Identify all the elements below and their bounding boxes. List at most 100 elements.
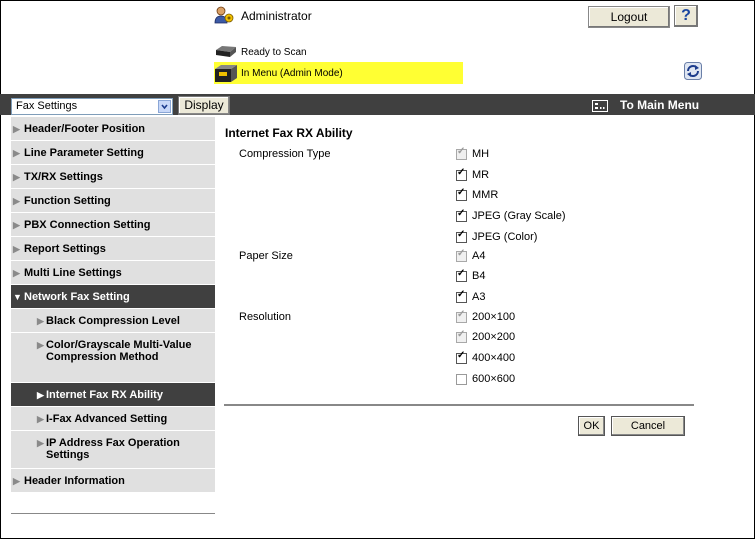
sidebar-subitem-i-fax-advanced-setting[interactable]: ▶ I-Fax Advanced Setting (11, 407, 215, 431)
checkbox-jpeg-gray[interactable]: ✓ JPEG (Gray Scale) (456, 208, 566, 224)
option-label: JPEG (Color) (472, 231, 538, 244)
sidebar-item-pbx-connection-setting[interactable]: ▶ PBX Connection Setting (11, 213, 215, 237)
checkbox-icon: ✓ (456, 187, 467, 201)
checkbox-b4[interactable]: ✓ B4 (456, 268, 486, 284)
sidebar-item-label: TX/RX Settings (24, 171, 103, 183)
paper-size-label: Paper Size (239, 250, 293, 262)
logout-button[interactable]: Logout (588, 6, 670, 28)
option-label: 400×400 (472, 352, 516, 365)
checkbox-icon: ✓ (456, 268, 467, 282)
sidebar-subitem-ip-address-fax-operation[interactable]: ▶ IP Address Fax Operation Settings (11, 431, 215, 469)
checkbox-mmr[interactable]: ✓ MMR (456, 187, 499, 203)
triangle-right-icon: ▶ (13, 244, 20, 254)
sidebar-item-line-parameter-setting[interactable]: ▶ Line Parameter Setting (11, 141, 215, 165)
option-label: MH (472, 148, 490, 161)
checkbox-mr[interactable]: ✓ MR (456, 167, 490, 183)
option-label: B4 (472, 270, 486, 283)
checkbox-icon: ✓ (456, 248, 467, 262)
triangle-down-icon: ▼ (13, 292, 22, 302)
sidebar-item-label: Network Fax Setting (24, 291, 130, 303)
option-label: 600×600 (472, 373, 516, 386)
sidebar-item-label: I-Fax Advanced Setting (46, 413, 168, 425)
sidebar-item-label: Function Setting (24, 195, 111, 207)
sidebar-item-report-settings[interactable]: ▶ Report Settings (11, 237, 215, 261)
checkbox-a4[interactable]: ✓ A4 (456, 248, 486, 264)
checkbox-icon (456, 373, 467, 385)
checkbox-200x200[interactable]: ✓ 200×200 (456, 329, 515, 345)
sidebar-item-label: Report Settings (24, 243, 106, 255)
sidebar-item-label: Line Parameter Setting (24, 147, 144, 159)
resolution-label: Resolution (239, 311, 291, 323)
chevron-down-icon[interactable] (158, 100, 171, 113)
ready-status: Ready to Scan (241, 47, 307, 58)
page-title: Internet Fax RX Ability (225, 126, 353, 140)
option-label: 200×100 (472, 311, 516, 324)
sidebar-divider (11, 513, 215, 514)
triangle-right-icon: ▶ (13, 476, 20, 486)
checkbox-icon: ✓ (456, 229, 467, 243)
administrator-icon (214, 6, 234, 24)
option-label: MMR (472, 189, 499, 202)
main-menu-icon[interactable] (592, 100, 608, 112)
sidebar-subitem-black-compression-level[interactable]: ▶ Black Compression Level (11, 309, 215, 333)
checkbox-400x400[interactable]: ✓ 400×400 (456, 350, 516, 366)
checkbox-icon: ✓ (456, 208, 467, 222)
triangle-right-icon: ▶ (13, 124, 20, 134)
compression-type-label: Compression Type (239, 148, 331, 160)
triangle-right-icon: ▶ (13, 148, 20, 158)
sidebar-item-tx-rx-settings[interactable]: ▶ TX/RX Settings (11, 165, 215, 189)
option-label: A4 (472, 250, 486, 263)
printer-menu-icon (215, 65, 237, 82)
triangle-right-icon: ▶ (37, 316, 44, 326)
checkbox-jpeg-color[interactable]: ✓ JPEG (Color) (456, 229, 538, 245)
category-select[interactable]: Fax Settings (11, 98, 173, 115)
sidebar-item-label: Header/Footer Position (24, 123, 146, 135)
sidebar-subitem-internet-fax-rx-ability[interactable]: ▶ Internet Fax RX Ability (11, 383, 215, 407)
triangle-right-icon: ▶ (37, 414, 44, 424)
sidebar-item-label: Internet Fax RX Ability (46, 389, 163, 401)
ok-button[interactable]: OK (578, 416, 605, 436)
sidebar-subitem-color-grayscale-compression[interactable]: ▶ Color/Grayscale Multi-Value Compression… (11, 333, 215, 383)
checkbox-600x600[interactable]: 600×600 (456, 373, 515, 387)
triangle-right-icon: ▶ (13, 172, 20, 182)
mode-status: In Menu (Admin Mode) (241, 68, 343, 79)
checkbox-icon: ✓ (456, 309, 467, 323)
category-select-value: Fax Settings (16, 100, 78, 112)
triangle-right-icon: ▶ (37, 390, 44, 400)
refresh-icon[interactable] (684, 62, 702, 80)
cancel-button[interactable]: Cancel (611, 416, 685, 436)
checkbox-icon: ✓ (456, 289, 467, 303)
triangle-right-icon: ▶ (13, 220, 20, 230)
sidebar-item-network-fax-setting[interactable]: ▼ Network Fax Setting (11, 285, 215, 309)
sidebar-item-function-setting[interactable]: ▶ Function Setting (11, 189, 215, 213)
sidebar-item-label: IP Address Fax Operation Settings (46, 437, 180, 461)
triangle-right-icon: ▶ (13, 196, 20, 206)
printer-icon (216, 46, 236, 57)
option-label: A3 (472, 291, 486, 304)
sidebar-item-label: Multi Line Settings (24, 267, 122, 279)
sidebar-item-label: Header Information (24, 475, 125, 487)
checkbox-icon: ✓ (456, 167, 467, 181)
triangle-right-icon: ▶ (37, 438, 44, 448)
to-main-menu-link[interactable]: To Main Menu (620, 98, 699, 112)
display-button[interactable]: Display (178, 96, 230, 115)
sidebar: ▶ Header/Footer Position ▶ Line Parameter … (11, 117, 215, 493)
sidebar-item-label: Black Compression Level (46, 315, 180, 327)
checkbox-a3[interactable]: ✓ A3 (456, 289, 486, 305)
user-name: Administrator (241, 9, 312, 23)
sidebar-item-label: PBX Connection Setting (24, 219, 151, 231)
sidebar-item-header-information[interactable]: ▶ Header Information (11, 469, 215, 493)
option-label: MR (472, 169, 490, 182)
triangle-right-icon: ▶ (13, 268, 20, 278)
sidebar-item-header-footer-position[interactable]: ▶ Header/Footer Position (11, 117, 215, 141)
checkbox-200x100[interactable]: ✓ 200×100 (456, 309, 516, 325)
help-button[interactable]: ? (674, 5, 698, 27)
checkbox-icon: ✓ (456, 146, 467, 160)
sidebar-item-label: Color/Grayscale Multi-Value Compression … (46, 339, 192, 363)
sidebar-item-multi-line-settings[interactable]: ▶ Multi Line Settings (11, 261, 215, 285)
checkbox-icon: ✓ (456, 350, 467, 364)
checkbox-mh[interactable]: ✓ MH (456, 146, 490, 162)
triangle-right-icon: ▶ (37, 340, 44, 350)
content-divider (224, 404, 694, 406)
option-label: JPEG (Gray Scale) (472, 210, 566, 223)
